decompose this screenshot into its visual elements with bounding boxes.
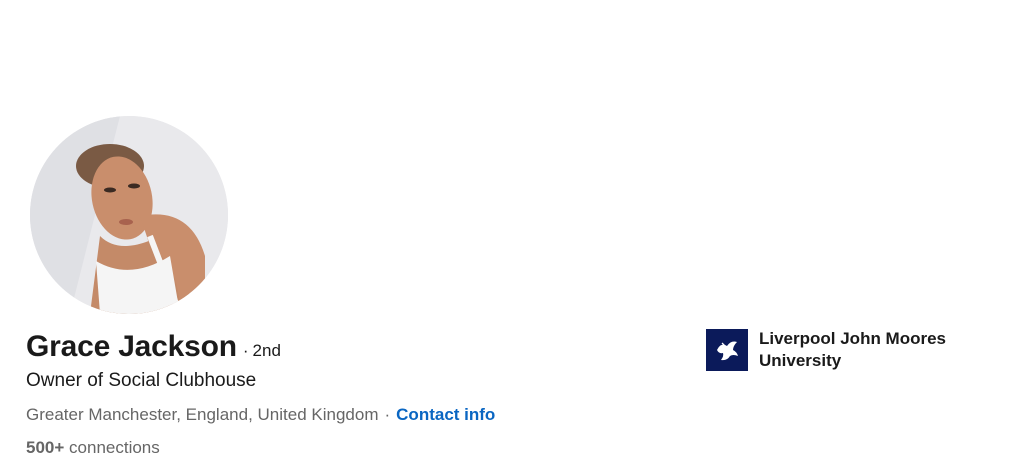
bird-icon — [717, 341, 738, 361]
contact-info-link[interactable]: Contact info — [396, 405, 495, 425]
university-name: Liverpool John Moores University — [759, 329, 947, 370]
profile-name: Grace Jackson — [26, 330, 237, 363]
connections-row[interactable]: 500+ connections — [26, 438, 160, 458]
profile-location: Greater Manchester, England, United King… — [26, 405, 379, 424]
university-logo-bird-icon — [706, 329, 748, 371]
profile-top-card: Grace Jackson · 2nd Owner of Social Club… — [0, 0, 1024, 466]
connections-count: 500+ — [26, 438, 65, 457]
name-row: Grace Jackson · 2nd — [26, 330, 281, 364]
location-separator: · — [384, 405, 391, 424]
degree-separator: · — [242, 341, 249, 360]
education-entry[interactable]: Liverpool John Moores University — [706, 328, 989, 372]
connections-label: connections — [69, 438, 160, 457]
location-row: Greater Manchester, England, United King… — [26, 405, 495, 425]
connection-degree-badge: 2nd — [252, 341, 281, 360]
profile-photo-illustration — [30, 116, 228, 314]
profile-headline: Owner of Social Clubhouse — [26, 370, 257, 391]
profile-photo[interactable] — [30, 116, 228, 314]
